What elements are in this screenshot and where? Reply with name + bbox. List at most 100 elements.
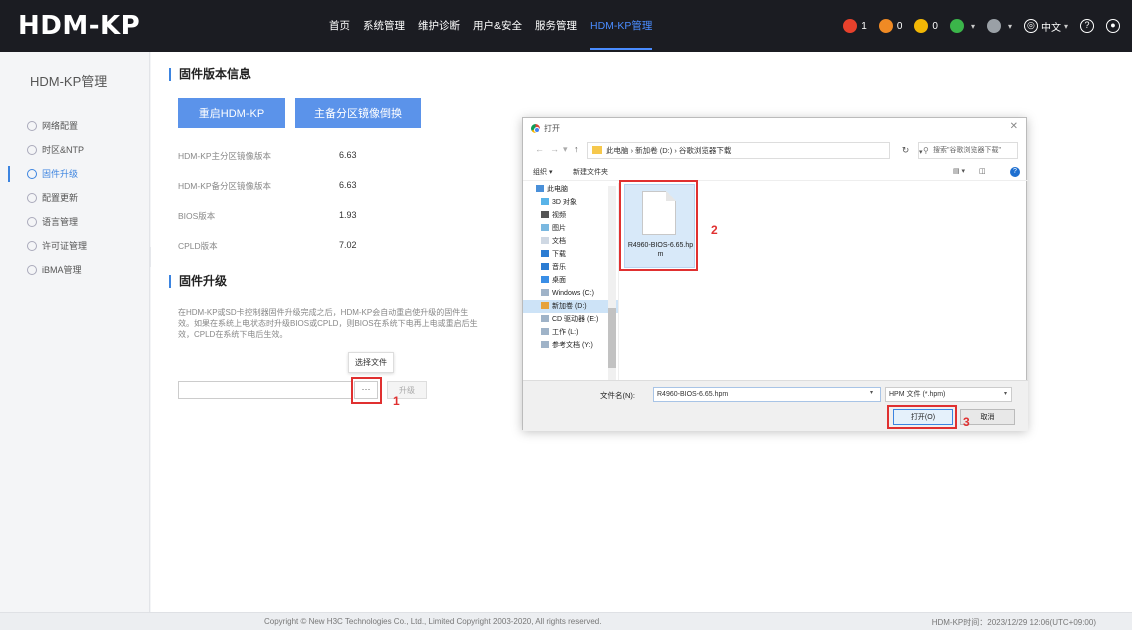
annotation-box-3 [887,405,957,429]
tree-scrollbar[interactable] [608,186,616,381]
annotation-label-3: 3 [963,415,970,429]
minor-alarm[interactable]: 0 [914,19,938,33]
cd-drive-icon [541,315,549,322]
cube-icon [541,198,549,205]
sidebar-item-ibma[interactable]: iBMA管理 [0,258,149,282]
nav-system[interactable]: 系统管理 [363,0,405,52]
user-button[interactable]: ● [1106,19,1120,33]
tree-item-music[interactable]: 音乐 [523,261,618,274]
help-button[interactable]: ? [1080,19,1094,33]
major-count: 0 [896,20,903,32]
chevron-down-icon: ▾ [1063,21,1068,31]
config-icon [27,193,37,203]
view-options-icon[interactable]: ▤ ▾ [953,167,965,175]
primary-version-value: 6.63 [339,150,357,160]
language-label: 中文 [1040,22,1061,34]
sidebar: HDM-KP管理 网络配置 时区&NTP 固件升级 配置更新 语言管理 许可证管… [0,52,150,612]
sidebar-item-label: iBMA管理 [42,265,82,275]
dialog-search-input[interactable]: 搜索"谷歌浏览器下载" [918,142,1018,159]
restart-hdm-button[interactable]: 重启HDM-KP [178,98,285,128]
organize-menu[interactable]: 组织 ▾ [533,167,552,177]
tree-item-desktop[interactable]: 桌面 [523,274,618,287]
sidebar-item-label: 时区&NTP [42,145,85,155]
clock-icon [27,145,37,155]
filetype-select[interactable]: HPM 文件 (*.hpm) ▾ [885,387,1012,402]
primary-version-label: HDM-KP主分区镜像版本 [178,151,272,161]
tree-label: 3D 对象 [552,199,577,206]
nav-hdm-kp[interactable]: HDM-KP管理 [590,0,653,50]
tree-item-3d-objects[interactable]: 3D 对象 [523,196,618,209]
cpld-version-label: CPLD版本 [178,241,218,251]
download-icon [541,250,549,257]
tree-label: 文档 [552,238,566,245]
major-alarm[interactable]: 0 [878,19,903,33]
desktop-icon [541,276,549,283]
minor-count: 0 [932,20,938,32]
tree-label: 图片 [552,225,566,232]
back-arrow-icon[interactable]: ← [535,144,544,154]
network-drive-icon [541,328,549,335]
firmware-upgrade-title: 固件升级 [169,275,227,288]
partition-swap-button[interactable]: 主备分区镜像倒换 [295,98,421,128]
chevron-down-icon[interactable]: ▾ [870,389,873,396]
computer-icon [536,185,544,192]
annotation-label-2: 2 [711,223,718,237]
display-menu[interactable]: ▾ [986,19,1012,33]
tree-item-videos[interactable]: 视频 [523,209,618,222]
preview-pane-icon[interactable]: ◫ [979,167,986,175]
nav-home[interactable]: 首页 [329,0,350,52]
top-bar: HDM-KP 首页 系统管理 维护诊断 用户&安全 服务管理 HDM-KP管理 … [0,0,1132,52]
nav-user-security[interactable]: 用户&安全 [473,0,522,52]
close-icon[interactable]: ✕ [1010,121,1018,132]
app-logo: HDM-KP [18,11,141,41]
annotation-box-2 [619,180,698,271]
firmware-info-title: 固件版本信息 [169,68,251,81]
sidebar-item-network[interactable]: 网络配置 [0,114,149,138]
tree-item-documents[interactable]: 文档 [523,235,618,248]
tree-item-this-pc[interactable]: 此电脑 [523,183,618,196]
tree-label: 下载 [552,251,566,258]
tree-item-drive-e[interactable]: CD 驱动器 (E:) [523,313,618,326]
forward-arrow-icon[interactable]: → [550,144,559,154]
music-icon [541,263,549,270]
power-menu[interactable]: ▾ [949,19,975,33]
tree-item-pictures[interactable]: 图片 [523,222,618,235]
main-nav: 首页 系统管理 维护诊断 用户&安全 服务管理 HDM-KP管理 [329,0,665,52]
address-bar[interactable]: 此电脑 › 新加卷 (D:) › 谷歌浏览器下载 ▾ [587,142,923,159]
address-path: 此电脑 › 新加卷 (D:) › 谷歌浏览器下载 [606,146,732,155]
critical-alarm[interactable]: 1 [843,19,867,33]
filename-input[interactable]: R4960-BIOS-6.65.hpm [653,387,881,402]
dialog-bottom-panel: 文件名(N): R4960-BIOS-6.65.hpm ▾ HPM 文件 (*.… [523,380,1028,431]
sidebar-item-license[interactable]: 许可证管理 [0,234,149,258]
tree-label: 音乐 [552,264,566,271]
sidebar-item-timezone-ntp[interactable]: 时区&NTP [0,138,149,162]
nav-services[interactable]: 服务管理 [535,0,577,52]
tree-item-drive-l[interactable]: 工作 (L:) [523,326,618,339]
language-menu[interactable]: ◎ 中文 ▾ [1023,19,1068,34]
file-path-input[interactable] [178,381,353,399]
nav-maintenance[interactable]: 维护诊断 [418,0,460,52]
up-arrow-icon[interactable]: ↑ [574,144,579,154]
power-icon [949,19,964,33]
help-icon[interactable]: ? [1010,167,1020,177]
chevron-down-icon: ▾ [1007,21,1012,31]
upgrade-icon [27,169,37,179]
backup-version-value: 6.63 [339,180,357,190]
scrollbar-thumb[interactable] [608,308,616,368]
sidebar-item-config-update[interactable]: 配置更新 [0,186,149,210]
help-icon: ? [1080,19,1094,33]
drive-icon [541,302,549,309]
sidebar-item-language[interactable]: 语言管理 [0,210,149,234]
dropdown-icon[interactable]: ▾ [563,144,568,155]
tree-item-drive-d[interactable]: 新加卷 (D:) [523,300,618,313]
sidebar-item-label: 配置更新 [42,193,79,203]
tree-item-drive-y[interactable]: 参考文档 (Y:) [523,339,618,352]
tree-item-downloads[interactable]: 下载 [523,248,618,261]
refresh-icon[interactable]: ↻ [897,142,914,159]
new-folder-button[interactable]: 新建文件夹 [573,167,608,177]
tree-item-drive-c[interactable]: Windows (C:) [523,287,618,300]
tree-label: CD 驱动器 (E:) [552,316,599,323]
critical-alarm-icon [843,19,858,33]
sidebar-item-firmware-upgrade[interactable]: 固件升级 [0,162,149,186]
picture-icon [541,224,549,231]
